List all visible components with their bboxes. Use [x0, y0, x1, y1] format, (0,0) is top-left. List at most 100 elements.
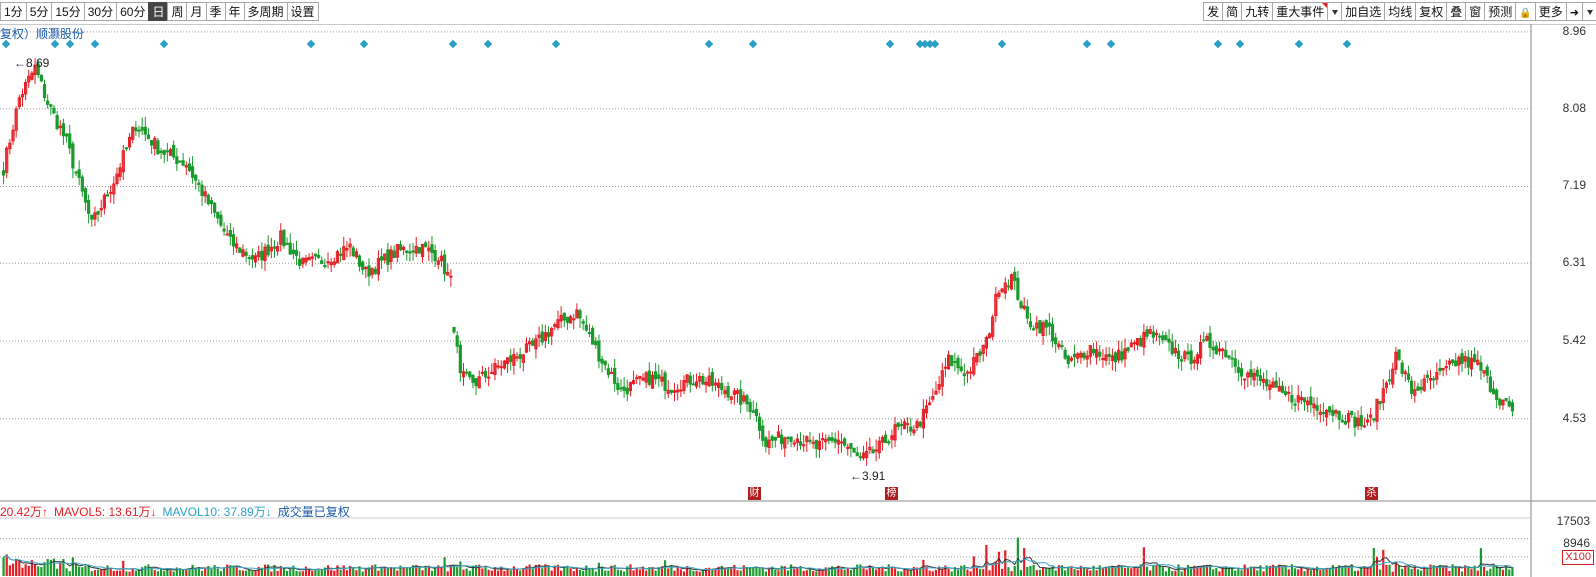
candle-body — [1211, 346, 1215, 351]
caret-down-icon[interactable] — [1582, 2, 1596, 21]
candle-body — [745, 395, 749, 405]
candle-body — [231, 234, 236, 247]
candle-body — [1151, 331, 1155, 338]
event-diamond — [159, 39, 169, 49]
candle-fill — [343, 246, 345, 260]
lock-icon[interactable]: 🔒 — [1515, 2, 1536, 21]
candle-fill — [132, 127, 134, 140]
candle-body — [1353, 416, 1357, 428]
event-diamond — [1235, 39, 1245, 49]
candle-body — [1120, 351, 1124, 361]
right-btn-3[interactable]: 重大事件 — [1272, 2, 1329, 21]
candle-fill — [1297, 395, 1299, 402]
candle-fill — [730, 396, 732, 400]
candle-body — [96, 210, 100, 215]
candle-body — [71, 143, 75, 169]
candle-body — [597, 340, 601, 362]
candle-fill — [1404, 371, 1406, 374]
left-btn-8[interactable]: 季 — [205, 2, 226, 21]
volume-bar — [761, 567, 764, 576]
zoom-label[interactable]: X100 — [1562, 550, 1594, 565]
candle-body — [282, 229, 286, 247]
left-btn-6[interactable]: 周 — [167, 2, 188, 21]
left-btn-9[interactable]: 年 — [224, 2, 245, 21]
candle-fill — [277, 246, 279, 252]
left-btn-3[interactable]: 30分 — [83, 2, 118, 21]
candle-fill — [705, 382, 707, 385]
candle-fill — [1429, 378, 1432, 381]
candle-body — [956, 357, 960, 369]
volume-bar — [1284, 565, 1287, 576]
volume-bar — [613, 564, 616, 576]
volume-bar — [377, 570, 380, 576]
candle-fill — [869, 447, 871, 450]
volume-bar — [629, 564, 632, 576]
volume-note: 成交量已复权 — [277, 505, 350, 519]
candle-fill — [1269, 384, 1271, 390]
candle-body — [386, 249, 390, 265]
volume-bar — [1098, 565, 1101, 576]
volume-bar — [1303, 571, 1306, 576]
candle-fill — [1392, 369, 1394, 384]
event-marker-ranking[interactable]: 榜 — [885, 487, 898, 500]
volume-bar — [963, 565, 966, 576]
candle-body — [316, 254, 321, 258]
event-diamond — [483, 39, 493, 49]
candle-body — [909, 426, 913, 432]
volume-bar — [402, 567, 405, 576]
left-btn-2[interactable]: 15分 — [51, 2, 85, 21]
candle-body — [1315, 405, 1319, 411]
event-marker-finance[interactable]: 财 — [748, 487, 761, 500]
volume-bar — [789, 564, 793, 576]
candle-body — [260, 250, 264, 261]
candle-body — [146, 134, 151, 140]
candle-fill — [1335, 410, 1337, 414]
volume-bar — [81, 567, 84, 576]
volume-bar — [887, 564, 890, 576]
candle-body — [1343, 421, 1348, 425]
left-btn-4[interactable]: 60分 — [116, 2, 150, 21]
left-btn-0[interactable]: 1分 — [0, 2, 27, 21]
volume-bar — [37, 566, 40, 576]
right-btn-6[interactable]: 均线 — [1384, 2, 1417, 21]
volume-bar — [585, 565, 588, 576]
right-btn-10[interactable]: 预测 — [1484, 2, 1517, 21]
volume-bar — [317, 569, 320, 576]
right-btn-2[interactable]: 九转 — [1241, 2, 1274, 21]
left-btn-10[interactable]: 多周期 — [243, 2, 288, 21]
left-btn-1[interactable]: 5分 — [25, 2, 53, 21]
candle-body — [616, 382, 620, 390]
volume-bar — [802, 570, 805, 576]
candle-fill — [258, 251, 260, 257]
caret-down-icon[interactable] — [1327, 2, 1343, 21]
candle-body — [200, 184, 204, 197]
right-btn-12[interactable]: 更多 — [1534, 2, 1567, 21]
kline-chart[interactable] — [0, 24, 1596, 577]
volume-bar — [796, 567, 799, 576]
left-btn-7[interactable]: 月 — [186, 2, 207, 21]
right-btn-1[interactable]: 简 — [1222, 2, 1243, 21]
candle-fill — [94, 212, 96, 219]
right-btn-0[interactable]: 发 — [1203, 2, 1224, 21]
right-btn-8[interactable]: 叠 — [1446, 2, 1467, 21]
candle-fill — [336, 251, 339, 263]
candle-fill — [569, 316, 572, 324]
volume-bar — [1127, 567, 1130, 576]
volume-bar — [975, 567, 979, 576]
volume-bar — [805, 570, 808, 576]
right-btn-9[interactable]: 窗 — [1465, 2, 1486, 21]
candle-fill — [1105, 354, 1107, 361]
event-marker-other[interactable]: 杀 — [1365, 487, 1378, 500]
candle-fill — [1272, 382, 1274, 388]
right-btn-7[interactable]: 复权 — [1415, 2, 1448, 21]
candle-body — [373, 268, 377, 274]
left-btn-11[interactable]: 设置 — [286, 2, 319, 21]
candle-fill — [544, 332, 546, 341]
volume-bar — [125, 571, 128, 576]
candle-fill — [812, 442, 814, 444]
candle-body — [1072, 353, 1077, 358]
volume-bar — [71, 557, 74, 576]
left-btn-5[interactable]: 日 — [148, 2, 169, 21]
right-btn-5[interactable]: 加自选 — [1341, 2, 1386, 21]
pin-icon[interactable]: ➜ — [1565, 2, 1583, 21]
